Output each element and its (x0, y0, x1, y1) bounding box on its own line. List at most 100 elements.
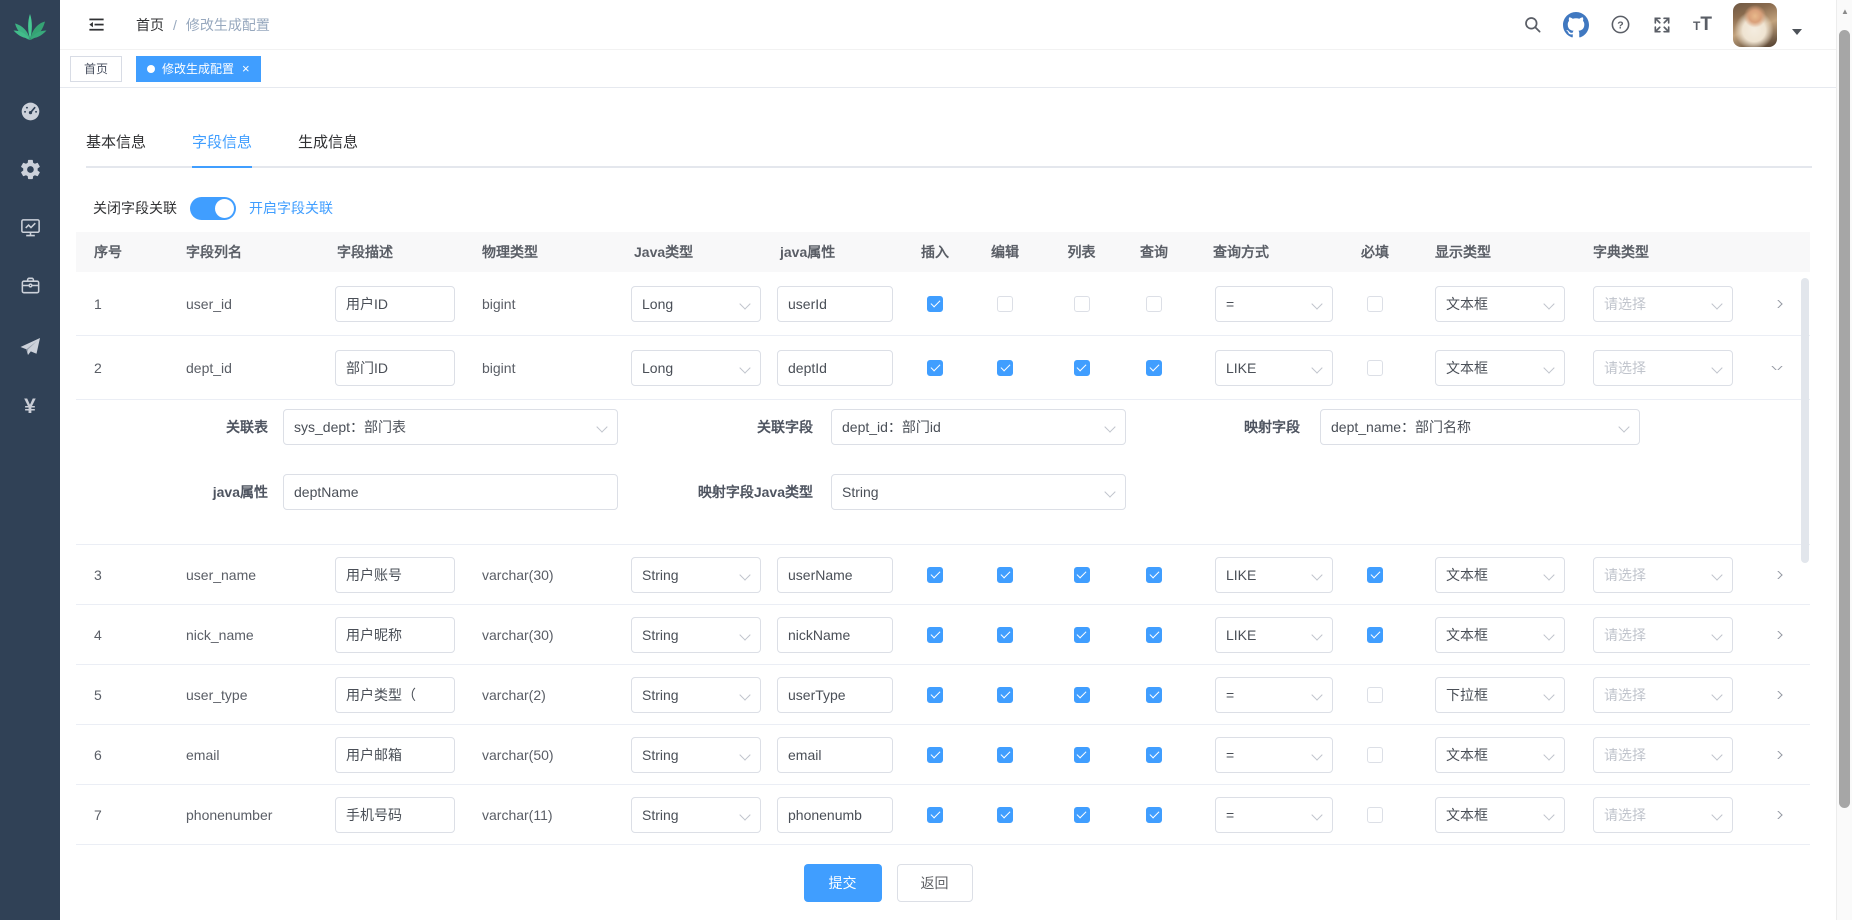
expand-row-icon[interactable] (1771, 300, 1782, 308)
field-desc-input[interactable] (335, 557, 455, 593)
html-type-select[interactable]: 文本框 (1435, 350, 1565, 386)
list-checkbox[interactable] (1074, 747, 1090, 763)
tab-gen-info[interactable]: 生成信息 (298, 120, 358, 166)
github-icon[interactable] (1563, 10, 1589, 40)
html-type-select[interactable]: 文本框 (1435, 797, 1565, 833)
list-checkbox[interactable] (1074, 567, 1090, 583)
field-desc-input[interactable] (335, 350, 455, 386)
edit-checkbox[interactable] (997, 627, 1013, 643)
java-type-select[interactable]: String (631, 677, 761, 713)
list-checkbox[interactable] (1074, 360, 1090, 376)
expand-row-icon[interactable] (1771, 571, 1782, 579)
tag-home[interactable]: 首页 (70, 56, 122, 82)
sidebar-item-monitor[interactable] (0, 198, 60, 256)
java-type-select[interactable]: String (631, 797, 761, 833)
sidebar-collapse-icon[interactable] (87, 15, 106, 34)
expand-row-icon[interactable] (1771, 631, 1782, 639)
insert-checkbox[interactable] (927, 807, 943, 823)
expand-row-icon[interactable] (1771, 691, 1782, 699)
tab-field-info[interactable]: 字段信息 (192, 120, 252, 166)
fullscreen-icon[interactable] (1652, 10, 1672, 40)
java-field-input[interactable] (777, 677, 893, 713)
java-field-input[interactable] (777, 617, 893, 653)
list-checkbox[interactable] (1074, 627, 1090, 643)
relation-field-select[interactable]: dept_id：部门id (831, 409, 1126, 445)
user-avatar[interactable] (1733, 3, 1777, 47)
query-checkbox[interactable] (1146, 807, 1162, 823)
query-checkbox[interactable] (1146, 747, 1162, 763)
list-checkbox[interactable] (1074, 296, 1090, 312)
list-checkbox[interactable] (1074, 807, 1090, 823)
tag-close-icon[interactable]: × (242, 61, 250, 76)
insert-checkbox[interactable] (927, 627, 943, 643)
dict-type-select[interactable]: 请选择 (1593, 557, 1733, 593)
query-checkbox[interactable] (1146, 627, 1162, 643)
edit-checkbox[interactable] (997, 567, 1013, 583)
query-type-select[interactable]: LIKE (1215, 617, 1333, 653)
html-type-select[interactable]: 文本框 (1435, 557, 1565, 593)
required-checkbox[interactable] (1367, 567, 1383, 583)
help-question-icon[interactable]: ? (1610, 10, 1631, 40)
relation-table-select[interactable]: sys_dept：部门表 (283, 409, 618, 445)
java-type-select[interactable]: String (631, 617, 761, 653)
edit-checkbox[interactable] (997, 747, 1013, 763)
dict-type-select[interactable]: 请选择 (1593, 737, 1733, 773)
sidebar-item-dashboard[interactable] (0, 82, 60, 140)
java-type-select[interactable]: String (631, 557, 761, 593)
submit-button[interactable]: 提交 (804, 864, 882, 902)
page-scrollbar[interactable]: ▲ (1836, 0, 1852, 920)
insert-checkbox[interactable] (927, 747, 943, 763)
edit-checkbox[interactable] (997, 296, 1013, 312)
tag-gen-config[interactable]: 修改生成配置 × (136, 56, 261, 82)
field-desc-input[interactable] (335, 737, 455, 773)
page-scrollbar-thumb[interactable] (1839, 30, 1850, 808)
field-relation-switch[interactable] (190, 197, 236, 220)
mapping-java-type-select[interactable]: String (831, 474, 1126, 510)
sidebar-item-tools[interactable] (0, 256, 60, 314)
back-button[interactable]: 返回 (897, 864, 973, 902)
dict-type-select[interactable]: 请选择 (1593, 286, 1733, 322)
html-type-select[interactable]: 文本框 (1435, 737, 1565, 773)
required-checkbox[interactable] (1367, 360, 1383, 376)
list-checkbox[interactable] (1074, 687, 1090, 703)
mapping-field-select[interactable]: dept_name：部门名称 (1320, 409, 1640, 445)
java-field-input[interactable] (777, 737, 893, 773)
query-checkbox[interactable] (1146, 567, 1162, 583)
required-checkbox[interactable] (1367, 296, 1383, 312)
relation-on-label[interactable]: 开启字段关联 (249, 198, 333, 218)
insert-checkbox[interactable] (927, 567, 943, 583)
field-desc-input[interactable] (335, 797, 455, 833)
query-type-select[interactable]: = (1215, 737, 1333, 773)
user-menu-caret-icon[interactable] (1792, 29, 1802, 35)
insert-checkbox[interactable] (927, 687, 943, 703)
java-field-input[interactable] (777, 350, 893, 386)
query-type-select[interactable]: LIKE (1215, 350, 1333, 386)
table-scrollbar-thumb[interactable] (1801, 278, 1809, 563)
edit-checkbox[interactable] (997, 807, 1013, 823)
edit-checkbox[interactable] (997, 687, 1013, 703)
query-type-select[interactable]: = (1215, 797, 1333, 833)
required-checkbox[interactable] (1367, 747, 1383, 763)
sidebar-item-pay[interactable]: ¥ (0, 378, 60, 436)
required-checkbox[interactable] (1367, 807, 1383, 823)
java-type-select[interactable]: String (631, 737, 761, 773)
field-desc-input[interactable] (335, 286, 455, 322)
app-logo[interactable] (0, 0, 60, 56)
java-field-input[interactable] (777, 557, 893, 593)
field-desc-input[interactable] (335, 677, 455, 713)
sidebar-item-job[interactable] (0, 318, 60, 376)
required-checkbox[interactable] (1367, 627, 1383, 643)
java-type-select[interactable]: Long (631, 286, 761, 322)
java-type-select[interactable]: Long (631, 350, 761, 386)
dict-type-select[interactable]: 请选择 (1593, 350, 1733, 386)
edit-checkbox[interactable] (997, 360, 1013, 376)
query-checkbox[interactable] (1146, 687, 1162, 703)
query-type-select[interactable]: = (1215, 677, 1333, 713)
dict-type-select[interactable]: 请选择 (1593, 797, 1733, 833)
insert-checkbox[interactable] (927, 296, 943, 312)
dict-type-select[interactable]: 请选择 (1593, 677, 1733, 713)
java-field-input[interactable] (777, 797, 893, 833)
query-checkbox[interactable] (1146, 360, 1162, 376)
search-icon[interactable] (1523, 10, 1542, 40)
sidebar-item-system[interactable] (0, 140, 60, 198)
